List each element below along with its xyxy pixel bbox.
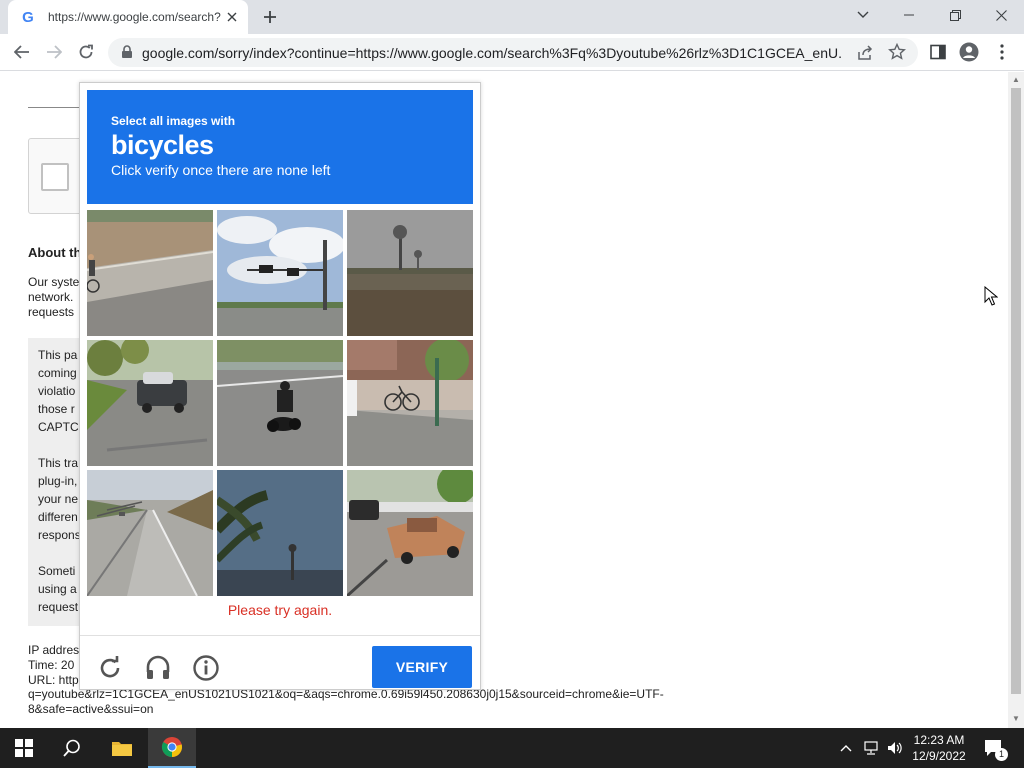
chrome-icon — [161, 737, 183, 758]
clock-date: 12/9/2022 — [912, 749, 966, 763]
notifications-button[interactable]: 1 — [980, 728, 1008, 768]
google-favicon-icon: G — [22, 8, 34, 26]
show-hidden-icons-button[interactable] — [836, 728, 856, 768]
chevron-up-icon — [840, 745, 852, 752]
about-heading: About th — [28, 245, 82, 260]
lock-icon[interactable] — [120, 45, 134, 59]
mouse-cursor-icon — [984, 285, 999, 306]
start-button[interactable] — [0, 728, 48, 768]
new-tab-button[interactable] — [258, 6, 282, 28]
scroll-down-icon[interactable]: ▼ — [1012, 715, 1020, 723]
instruction-prefix: Select all images with — [111, 114, 236, 128]
captcha-tile-2[interactable] — [217, 210, 343, 336]
close-window-button[interactable] — [978, 0, 1024, 30]
notification-count-badge: 1 — [995, 748, 1008, 761]
menu-kebab-icon[interactable] — [992, 42, 1012, 62]
instruction-subtext: Click verify once there are none left — [111, 162, 331, 178]
close-tab-icon[interactable] — [224, 9, 240, 25]
url-text[interactable]: google.com/sorry/index?continue=https://… — [142, 45, 842, 61]
profile-avatar-icon[interactable] — [959, 42, 979, 62]
windows-logo-icon — [15, 739, 33, 757]
captcha-tile-9[interactable] — [347, 470, 473, 596]
windows-taskbar: 12:23 AM 12/9/2022 1 — [0, 728, 1024, 768]
captcha-challenge-dialog: Select all images with bicycles Click ve… — [79, 82, 481, 690]
share-icon[interactable] — [856, 44, 874, 62]
tab-search-icon[interactable] — [840, 0, 886, 30]
reload-button[interactable] — [74, 40, 98, 64]
browser-tab[interactable]: G https://www.google.com/search? — [8, 0, 248, 34]
tab-title: https://www.google.com/search? — [48, 10, 221, 24]
minimize-button[interactable] — [886, 0, 932, 30]
page-scrollbar[interactable]: ▲ ▼ — [1008, 72, 1024, 728]
captcha-tile-1[interactable] — [87, 210, 213, 336]
tab-strip: G https://www.google.com/search? — [0, 0, 1024, 34]
recaptcha-checkbox[interactable] — [41, 163, 69, 191]
search-icon — [63, 739, 80, 757]
captcha-image-grid — [87, 210, 473, 596]
captcha-tile-8[interactable] — [217, 470, 343, 596]
request-url-text: q=youtube&rlz=1C1GCEA_enUS1021US1021&oq=… — [28, 687, 664, 716]
back-button[interactable] — [10, 40, 34, 64]
instruction-target: bicycles — [111, 130, 214, 160]
bookmark-star-icon[interactable] — [888, 42, 906, 61]
scroll-thumb[interactable] — [1011, 88, 1021, 694]
network-icon[interactable] — [860, 728, 882, 768]
captcha-tile-4[interactable] — [87, 340, 213, 466]
error-message: Please try again. — [227, 602, 333, 618]
volume-icon[interactable] — [884, 728, 906, 768]
audio-challenge-icon[interactable] — [144, 654, 172, 682]
address-bar[interactable]: google.com/sorry/index?continue=https://… — [108, 38, 918, 67]
captcha-footer: VERIFY — [80, 635, 480, 689]
request-details: IP addres Time: 20 URL: http — [28, 643, 80, 687]
taskbar-clock[interactable]: 12:23 AM 12/9/2022 — [906, 732, 972, 764]
verify-button[interactable]: VERIFY — [372, 646, 472, 688]
captcha-tile-7[interactable] — [87, 470, 213, 596]
captcha-tile-3[interactable] — [347, 210, 473, 336]
info-icon[interactable] — [192, 654, 220, 682]
folder-icon — [112, 742, 132, 756]
search-button[interactable] — [48, 728, 96, 768]
captcha-instructions: Select all images with bicycles Click ve… — [87, 90, 473, 204]
forward-button[interactable] — [42, 40, 66, 64]
chrome-taskbar-button[interactable] — [148, 728, 196, 768]
captcha-tile-5[interactable] — [217, 340, 343, 466]
reload-challenge-icon[interactable] — [96, 654, 124, 682]
page-content: About th Our syste network. requests Thi… — [0, 72, 1008, 728]
file-explorer-button[interactable] — [98, 728, 146, 768]
clock-time: 12:23 AM — [913, 733, 965, 747]
scroll-up-icon[interactable]: ▲ — [1012, 76, 1020, 84]
side-panel-icon[interactable] — [928, 42, 948, 62]
restore-button[interactable] — [932, 0, 978, 30]
captcha-tile-6[interactable] — [347, 340, 473, 466]
browser-toolbar: google.com/sorry/index?continue=https://… — [0, 34, 1024, 71]
